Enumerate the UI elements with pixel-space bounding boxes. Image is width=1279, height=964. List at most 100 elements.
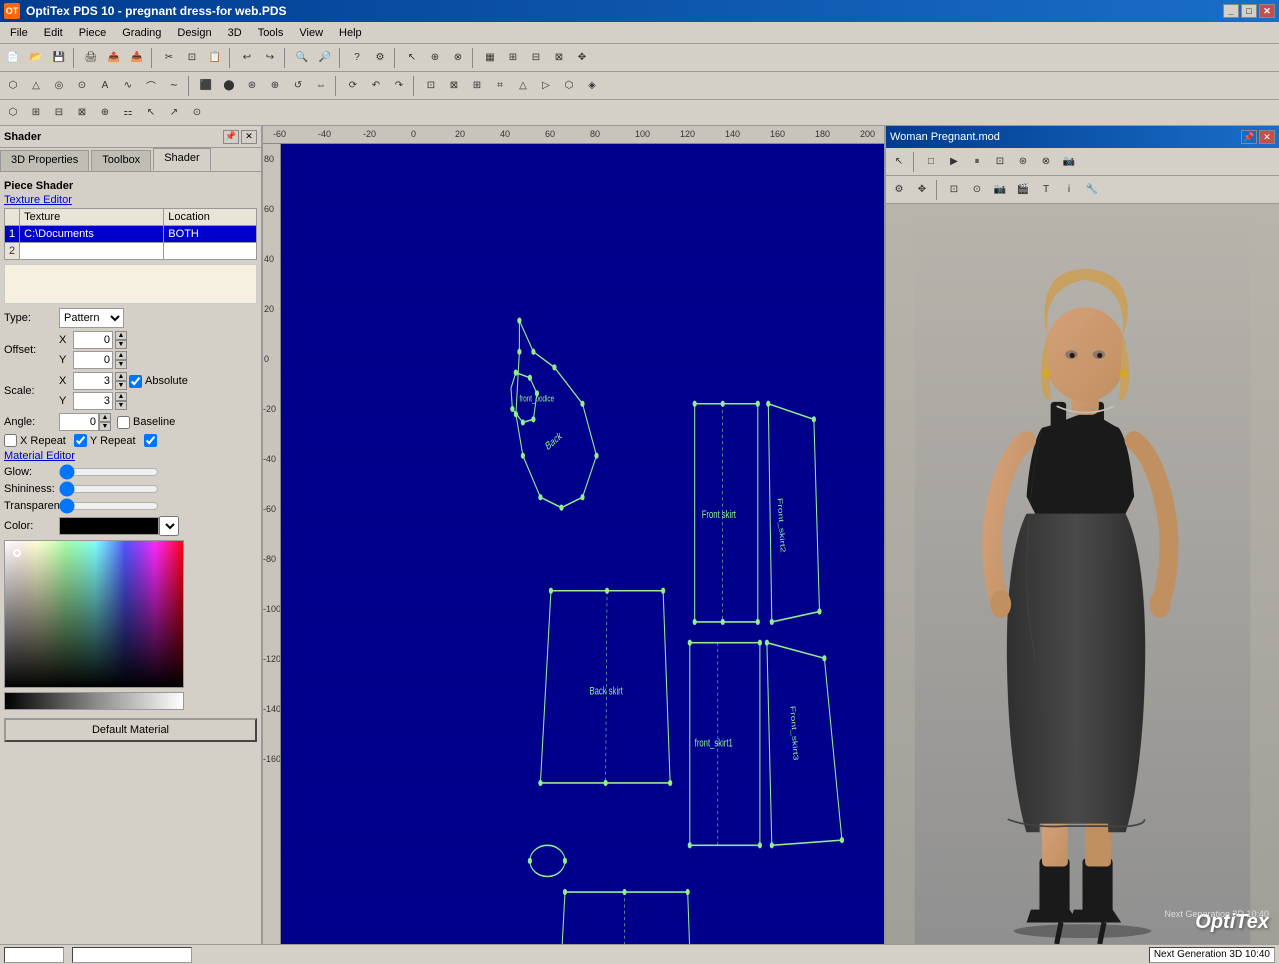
menu-file[interactable]: File bbox=[2, 25, 36, 41]
tb2-btn4[interactable]: ⊙ bbox=[71, 75, 93, 97]
tb2-btn17[interactable]: ↷ bbox=[388, 75, 410, 97]
tb-btn16[interactable]: ⊟ bbox=[525, 47, 547, 69]
right-panel-close[interactable]: ✕ bbox=[1259, 130, 1275, 144]
tb3-btn3[interactable]: ⊟ bbox=[48, 102, 70, 124]
tb2-btn6[interactable]: ∿ bbox=[117, 75, 139, 97]
close-button[interactable]: ✕ bbox=[1259, 4, 1275, 18]
tb-btn3[interactable]: 📥 bbox=[126, 47, 148, 69]
texture-row-2[interactable]: 2 bbox=[5, 243, 257, 260]
canvas-area[interactable]: Back bbox=[281, 144, 884, 944]
angle-down[interactable]: ▼ bbox=[99, 422, 111, 431]
3d-tb2-btn4[interactable]: ⊙ bbox=[966, 179, 988, 201]
menu-3d[interactable]: 3D bbox=[220, 25, 250, 41]
texture-row-1[interactable]: 1 C:\Documents BOTH bbox=[5, 226, 257, 243]
tb2-btn14[interactable]: ⇔ bbox=[310, 75, 332, 97]
transparency-slider[interactable] bbox=[59, 499, 159, 513]
model-view[interactable]: OptiTex Next Generation 3D 10:40 bbox=[886, 204, 1279, 944]
color-box[interactable] bbox=[59, 517, 159, 535]
tb2-btn10[interactable]: ⬤ bbox=[218, 75, 240, 97]
tb-btn6[interactable]: 📋 bbox=[204, 47, 226, 69]
color-canvas[interactable] bbox=[5, 541, 184, 688]
scale-y-up[interactable]: ▲ bbox=[115, 392, 127, 401]
tab-3d-properties[interactable]: 3D Properties bbox=[0, 150, 89, 171]
right-panel-pin[interactable]: 📌 bbox=[1241, 130, 1257, 144]
3d-tb-btn5[interactable]: ⊡ bbox=[989, 151, 1011, 173]
tb2-btn5[interactable]: A bbox=[94, 75, 116, 97]
3d-tb2-btn9[interactable]: 🔧 bbox=[1081, 179, 1103, 201]
redo-button[interactable]: ↪ bbox=[259, 47, 281, 69]
tb2-btn9[interactable]: ⬛ bbox=[195, 75, 217, 97]
scale-x-input[interactable] bbox=[73, 372, 113, 390]
tb3-btn9[interactable]: ⊙ bbox=[186, 102, 208, 124]
tb-btn13[interactable]: ⊗ bbox=[447, 47, 469, 69]
tb2-btn15[interactable]: ⟳ bbox=[342, 75, 364, 97]
color-picker-area[interactable] bbox=[4, 540, 184, 688]
tb2-btn19[interactable]: ⊠ bbox=[443, 75, 465, 97]
3d-tb2-btn6[interactable]: 🎬 bbox=[1012, 179, 1034, 201]
3d-tb2-btn2[interactable]: ✥ bbox=[911, 179, 933, 201]
3d-tb2-btn5[interactable]: 📷 bbox=[989, 179, 1011, 201]
y-repeat-extra-checkbox[interactable] bbox=[144, 434, 157, 447]
3d-tb-btn6[interactable]: ⊛ bbox=[1012, 151, 1034, 173]
offset-y-down[interactable]: ▼ bbox=[115, 360, 127, 369]
tb2-btn24[interactable]: ⬡ bbox=[558, 75, 580, 97]
new-button[interactable]: 📄 bbox=[2, 47, 24, 69]
tb-btn4[interactable]: ✂ bbox=[158, 47, 180, 69]
3d-tb-btn1[interactable]: ↖ bbox=[888, 151, 910, 173]
3d-tb2-btn1[interactable]: ⚙ bbox=[888, 179, 910, 201]
minimize-button[interactable]: _ bbox=[1223, 4, 1239, 18]
offset-y-up[interactable]: ▲ bbox=[115, 351, 127, 360]
offset-y-input[interactable] bbox=[73, 351, 113, 369]
3d-tb-btn7[interactable]: ⊗ bbox=[1035, 151, 1057, 173]
material-editor-link[interactable]: Material Editor bbox=[4, 450, 257, 462]
menu-grading[interactable]: Grading bbox=[114, 25, 169, 41]
tb2-btn8[interactable]: ∼ bbox=[163, 75, 185, 97]
menu-help[interactable]: Help bbox=[331, 25, 370, 41]
menu-design[interactable]: Design bbox=[169, 25, 219, 41]
tb3-btn2[interactable]: ⊞ bbox=[25, 102, 47, 124]
3d-tb2-btn7[interactable]: T bbox=[1035, 179, 1057, 201]
tb-btn14[interactable]: ▦ bbox=[479, 47, 501, 69]
menu-view[interactable]: View bbox=[291, 25, 331, 41]
offset-x-down[interactable]: ▼ bbox=[115, 340, 127, 349]
tab-shader[interactable]: Shader bbox=[153, 148, 210, 171]
default-material-button[interactable]: Default Material bbox=[4, 718, 257, 742]
x-repeat-checkbox[interactable] bbox=[4, 434, 17, 447]
color-dropdown[interactable] bbox=[159, 516, 179, 536]
angle-input[interactable] bbox=[59, 413, 99, 431]
tb2-btn12[interactable]: ⊕ bbox=[264, 75, 286, 97]
open-button[interactable]: 📂 bbox=[25, 47, 47, 69]
zoom-out-button[interactable]: 🔎 bbox=[314, 47, 336, 69]
scale-x-up[interactable]: ▲ bbox=[115, 372, 127, 381]
tb2-btn16[interactable]: ↶ bbox=[365, 75, 387, 97]
menu-edit[interactable]: Edit bbox=[36, 25, 71, 41]
tb-btn10[interactable]: ⚙ bbox=[369, 47, 391, 69]
menu-piece[interactable]: Piece bbox=[71, 25, 115, 41]
select-button[interactable]: ↖ bbox=[401, 47, 423, 69]
glow-slider[interactable] bbox=[59, 465, 159, 479]
tb-btn2[interactable]: 📤 bbox=[103, 47, 125, 69]
tb2-btn2[interactable]: △ bbox=[25, 75, 47, 97]
tb2-btn22[interactable]: △ bbox=[512, 75, 534, 97]
tb2-btn18[interactable]: ⊡ bbox=[420, 75, 442, 97]
tb2-btn25[interactable]: ◈ bbox=[581, 75, 603, 97]
offset-x-up[interactable]: ▲ bbox=[115, 331, 127, 340]
maximize-button[interactable]: □ bbox=[1241, 4, 1257, 18]
tab-toolbox[interactable]: Toolbox bbox=[91, 150, 151, 171]
print-button[interactable]: 🖨 bbox=[80, 47, 102, 69]
tb3-btn1[interactable]: ⬡ bbox=[2, 102, 24, 124]
zoom-button[interactable]: 🔍 bbox=[291, 47, 313, 69]
3d-tb-btn2[interactable]: □ bbox=[920, 151, 942, 173]
tb3-btn6[interactable]: ⚏ bbox=[117, 102, 139, 124]
offset-x-input[interactable] bbox=[73, 331, 113, 349]
tb2-btn23[interactable]: ▷ bbox=[535, 75, 557, 97]
3d-tb2-btn3[interactable]: ⊡ bbox=[943, 179, 965, 201]
tb3-btn5[interactable]: ⊕ bbox=[94, 102, 116, 124]
tb3-btn8[interactable]: ↗ bbox=[163, 102, 185, 124]
help-button[interactable]: ? bbox=[346, 47, 368, 69]
shader-close-button[interactable]: ✕ bbox=[241, 130, 257, 144]
scale-y-input[interactable] bbox=[73, 392, 113, 410]
shader-pin-button[interactable]: 📌 bbox=[223, 130, 239, 144]
tb3-btn4[interactable]: ⊠ bbox=[71, 102, 93, 124]
color-lightness-bar[interactable] bbox=[4, 692, 184, 710]
